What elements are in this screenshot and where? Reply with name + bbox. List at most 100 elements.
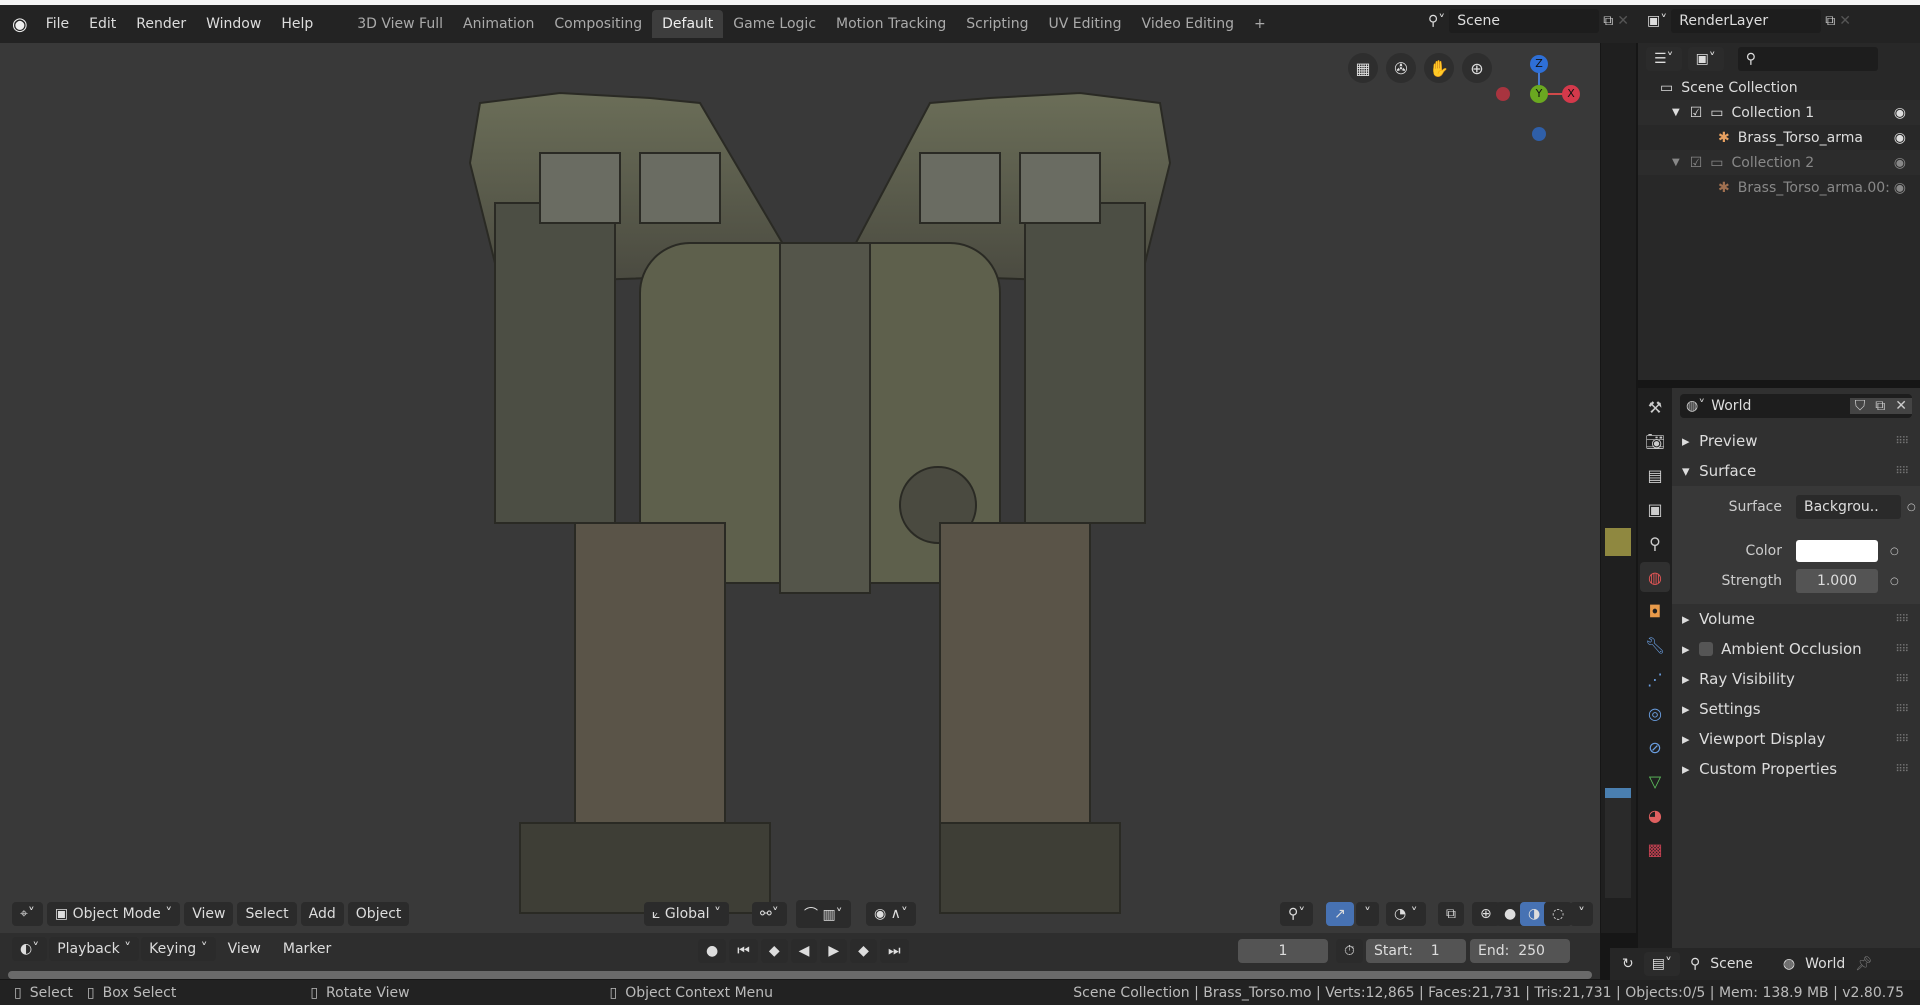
menu-view[interactable]: View: [184, 902, 234, 926]
object-tab-icon[interactable]: ◘: [1640, 596, 1670, 626]
socket-icon[interactable]: ○: [1907, 502, 1916, 513]
panel-surface[interactable]: ▾ Surface ⠿⠿: [1672, 456, 1920, 486]
menu-render[interactable]: Render: [126, 16, 196, 32]
timeline-scrollbar[interactable]: [8, 971, 1592, 979]
unlink-world-icon[interactable]: ✕: [1890, 398, 1912, 414]
display-mode-icon[interactable]: ☰˅: [1646, 47, 1682, 71]
menu-help[interactable]: Help: [271, 16, 323, 32]
checkbox-icon[interactable]: ☑: [1690, 155, 1703, 171]
scene-selector[interactable]: Scene: [1449, 9, 1600, 33]
world-tab-icon[interactable]: ◍: [1640, 562, 1670, 592]
surface-shader-field[interactable]: Backgrou..: [1796, 495, 1901, 519]
fake-user-icon[interactable]: ⛉: [1849, 398, 1871, 414]
mode-selector[interactable]: ▣ Object Mode ˅: [46, 902, 181, 926]
play-button[interactable]: ▶: [820, 939, 848, 963]
zoom-icon[interactable]: ⊕: [1462, 53, 1492, 83]
tool-tab-icon[interactable]: ⚒: [1640, 392, 1670, 422]
add-workspace-button[interactable]: +: [1244, 10, 1276, 38]
context-world[interactable]: World: [1805, 956, 1845, 972]
jump-start-button[interactable]: ⏮: [729, 939, 758, 963]
proportional-edit-icon[interactable]: ◉ ∧˅: [866, 902, 916, 926]
drag-handle-icon[interactable]: ⠿⠿: [1895, 466, 1909, 477]
panel-viewport-display[interactable]: ▸ Viewport Display ⠿⠿: [1672, 724, 1920, 754]
panel-ray-visibility[interactable]: ▸ Ray Visibility ⠿⠿: [1672, 664, 1920, 694]
drag-handle-icon[interactable]: ⠿⠿: [1895, 734, 1909, 745]
drag-handle-icon[interactable]: ⠿⠿: [1895, 704, 1909, 715]
menu-keying[interactable]: Keying ˅: [141, 937, 216, 961]
navigation-gizmo[interactable]: Z Y X: [1490, 51, 1590, 151]
scene-icon[interactable]: ⚲˅: [1428, 13, 1445, 29]
context-scene[interactable]: Scene: [1710, 956, 1753, 972]
new-view-layer-icon[interactable]: ⧉: [1825, 13, 1835, 29]
editor-type-icon[interactable]: ⌖˅: [12, 902, 43, 926]
ao-checkbox[interactable]: [1699, 642, 1714, 656]
refresh-icon[interactable]: ↻: [1622, 956, 1634, 972]
panel-settings[interactable]: ▸ Settings ⠿⠿: [1672, 694, 1920, 724]
end-frame-field[interactable]: End: 250: [1470, 939, 1570, 963]
material-tab-icon[interactable]: ◕: [1640, 800, 1670, 830]
modifier-tab-icon[interactable]: 🔧︎: [1640, 630, 1670, 660]
socket-icon[interactable]: ○: [1890, 576, 1899, 587]
eye-icon[interactable]: ◉: [1894, 180, 1906, 196]
view-layer-icon[interactable]: ▣˅: [1647, 13, 1667, 29]
eye-icon[interactable]: ◉: [1894, 155, 1906, 171]
view-layer-tab-icon[interactable]: ▣: [1640, 494, 1670, 524]
menu-marker[interactable]: Marker: [273, 941, 341, 957]
eye-icon[interactable]: ◉: [1894, 130, 1906, 146]
outliner-item[interactable]: ✱ Brass_Torso_arma ◉: [1638, 125, 1920, 150]
xray-icon[interactable]: ⧉: [1438, 902, 1464, 926]
play-reverse-button[interactable]: ◀: [790, 939, 818, 963]
blender-logo-icon[interactable]: ◉: [0, 14, 36, 35]
tab-uv-editing[interactable]: UV Editing: [1039, 10, 1132, 38]
outliner-scene-collection[interactable]: ▭ Scene Collection: [1638, 75, 1920, 100]
overlays-icon[interactable]: ◔ ˅: [1386, 902, 1426, 926]
outliner-item[interactable]: ▼ ☑ ▭ Collection 1 ◉: [1638, 100, 1920, 125]
record-button[interactable]: ●: [698, 939, 727, 963]
data-tab-icon[interactable]: ▽: [1640, 766, 1670, 796]
drag-handle-icon[interactable]: ⠿⠿: [1895, 436, 1909, 447]
orientation-selector[interactable]: ⟀ Global ˅: [644, 902, 729, 926]
tab-motion-tracking[interactable]: Motion Tracking: [826, 10, 956, 38]
drag-handle-icon[interactable]: ⠿⠿: [1895, 644, 1909, 655]
gizmo-x-axis[interactable]: X: [1562, 85, 1580, 103]
prev-keyframe-button[interactable]: ◆: [760, 939, 788, 963]
pin-icon[interactable]: 📌︎: [1855, 956, 1873, 972]
filter-icon[interactable]: ▣˅: [1687, 47, 1724, 71]
panel-volume[interactable]: ▸ Volume ⠿⠿: [1672, 604, 1920, 634]
visibility-icon[interactable]: ⚲˅: [1280, 902, 1314, 926]
expand-icon[interactable]: ▼: [1672, 107, 1680, 118]
drag-handle-icon[interactable]: ⠿⠿: [1895, 614, 1909, 625]
menu-timeline-view[interactable]: View: [218, 941, 271, 957]
render-tab-icon[interactable]: 📷︎: [1640, 426, 1670, 456]
physics-tab-icon[interactable]: ◎: [1640, 698, 1670, 728]
particles-tab-icon[interactable]: ⋰: [1640, 664, 1670, 694]
eye-icon[interactable]: ◉: [1894, 105, 1906, 121]
strength-field[interactable]: 1.000: [1796, 569, 1878, 593]
pivot-icon[interactable]: ⚯˅: [752, 902, 787, 926]
menu-edit[interactable]: Edit: [79, 16, 126, 32]
outliner-item[interactable]: ▼ ☑ ▭ Collection 2 ◉: [1638, 150, 1920, 175]
toggle-grid-icon[interactable]: ▦: [1348, 53, 1378, 83]
checkbox-icon[interactable]: ☑: [1690, 105, 1703, 121]
view-layer-selector[interactable]: RenderLayer: [1671, 9, 1822, 33]
next-keyframe-button[interactable]: ◆: [850, 939, 877, 963]
menu-file[interactable]: File: [36, 16, 79, 32]
delete-view-layer-icon[interactable]: ✕: [1839, 13, 1851, 29]
menu-select[interactable]: Select: [237, 902, 297, 926]
snap-icon[interactable]: ⌒ ▥˅: [796, 900, 851, 928]
menu-add[interactable]: Add: [300, 902, 344, 926]
tab-3d-view-full[interactable]: 3D View Full: [347, 10, 453, 38]
gizmo-neg-x[interactable]: [1496, 87, 1510, 101]
jump-end-button[interactable]: ⏭: [879, 939, 909, 963]
texture-tab-icon[interactable]: ▩: [1640, 834, 1670, 864]
expand-icon[interactable]: ▼: [1672, 157, 1680, 168]
drag-handle-icon[interactable]: ⠿⠿: [1895, 764, 1909, 775]
gizmo-toggle-icon[interactable]: ↗: [1326, 902, 1354, 926]
stopwatch-icon[interactable]: ⏱: [1336, 939, 1363, 963]
panel-preview[interactable]: ▸ Preview ⠿⠿: [1672, 426, 1920, 456]
socket-icon[interactable]: ○: [1890, 546, 1899, 557]
camera-view-icon[interactable]: ✇: [1386, 53, 1416, 83]
3d-viewport[interactable]: ▦ ✇ ✋ ⊕ Z Y X: [0, 43, 1600, 933]
panel-custom-properties[interactable]: ▸ Custom Properties ⠿⠿: [1672, 754, 1920, 784]
panel-ambient-occlusion[interactable]: ▸ Ambient Occlusion ⠿⠿: [1672, 634, 1920, 664]
